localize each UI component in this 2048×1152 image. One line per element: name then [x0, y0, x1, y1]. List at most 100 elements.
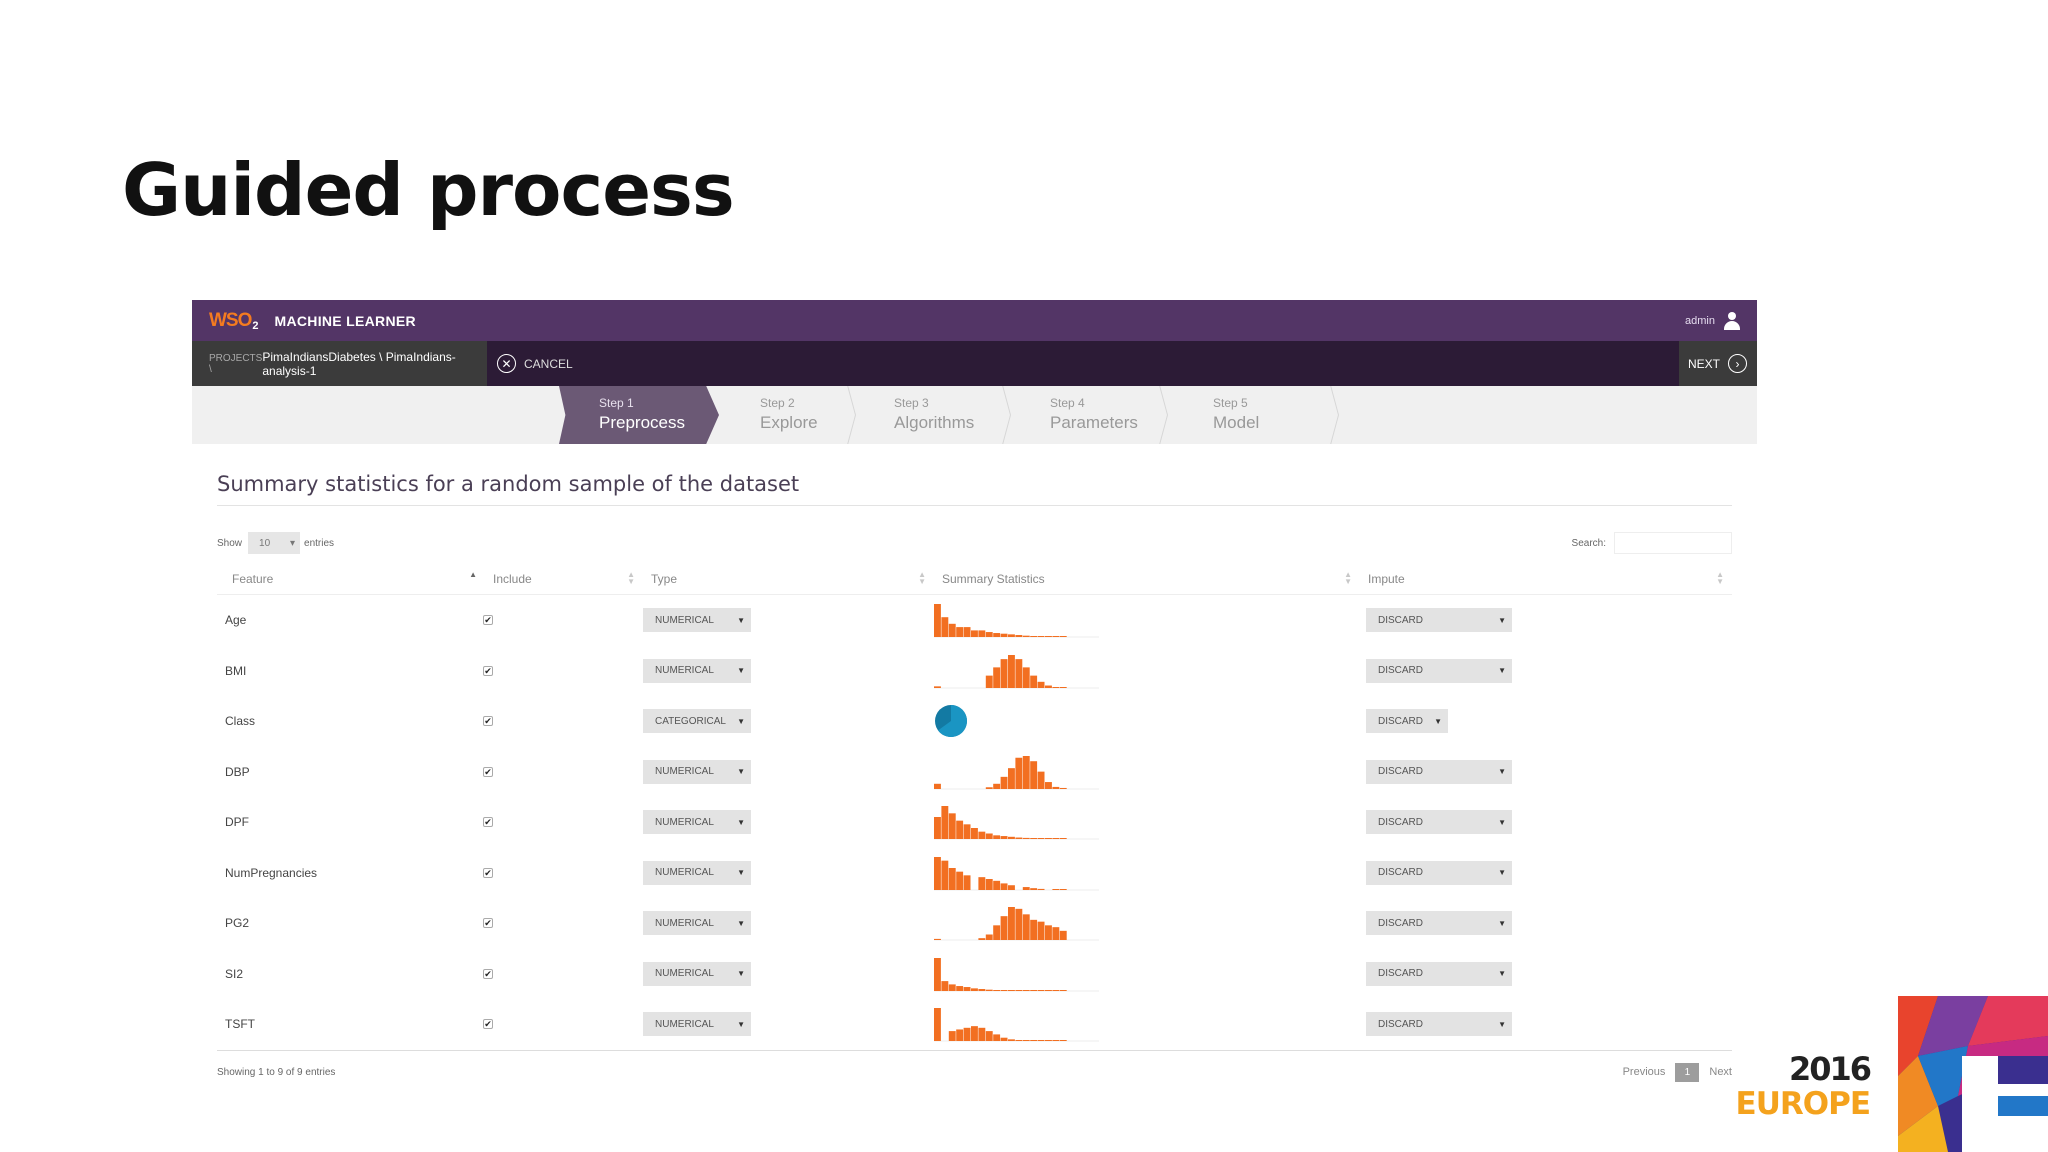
step-name: Algorithms [894, 413, 975, 432]
impute-select[interactable]: DISCARD ▼ [1366, 961, 1512, 986]
impute-select[interactable]: DISCARD ▼ [1366, 709, 1448, 734]
histogram-bar [1052, 636, 1060, 638]
histogram-bar [978, 1028, 986, 1042]
column-header-feature[interactable]: Feature ▲ [217, 562, 485, 595]
histogram-bar [1000, 836, 1008, 840]
column-header-impute[interactable]: Impute ▲ ▼ [1360, 562, 1732, 595]
caret-down-icon: ▼ [737, 868, 745, 878]
step-number: Step 5 [1213, 396, 1248, 410]
brand-region: EUROPE [1735, 1086, 1871, 1122]
histogram-bar [1037, 771, 1045, 789]
impute-select[interactable]: DISCARD ▼ [1366, 860, 1512, 885]
histogram-bar [956, 985, 964, 991]
histogram-bar [956, 627, 964, 638]
histogram-bar [1030, 887, 1038, 890]
cancel-button[interactable]: ✕ CANCEL [497, 354, 573, 373]
type-select[interactable]: NUMERICAL ▼ [643, 759, 751, 784]
histogram-bar [1008, 767, 1015, 789]
histogram-bar [934, 957, 941, 991]
histogram-bar [985, 989, 993, 991]
impute-select[interactable]: DISCARD ▼ [1366, 1012, 1512, 1037]
include-checkbox[interactable]: ✔ [483, 716, 493, 727]
caret-down-icon: ▼ [737, 666, 745, 676]
caret-down-icon: ▼ [737, 716, 745, 726]
entries-per-page-select[interactable]: 10 ▾ [248, 532, 301, 554]
breadcrumb-path[interactable]: PimaIndiansDiabetes \ PimaIndians-analys… [262, 350, 470, 378]
include-checkbox[interactable]: ✔ [483, 766, 493, 777]
search-input[interactable] [1614, 532, 1732, 554]
include-checkbox[interactable]: ✔ [483, 918, 493, 929]
step-parameters[interactable]: Step 4 Parameters [1010, 386, 1170, 444]
caret-down-icon: ▼ [737, 615, 745, 625]
histogram-bar [993, 925, 1001, 941]
histogram-bar [993, 633, 1001, 638]
caret-down-icon: ▼ [1498, 767, 1506, 777]
include-checkbox[interactable]: ✔ [483, 867, 493, 878]
user-menu[interactable]: admin [1685, 311, 1741, 330]
column-header-include[interactable]: Include ▲ ▼ [485, 562, 643, 595]
sort-icon: ▲ ▼ [1344, 570, 1352, 586]
type-select[interactable]: CATEGORICAL ▼ [643, 709, 751, 734]
summary-histogram [934, 604, 1099, 638]
include-checkbox[interactable]: ✔ [483, 1019, 493, 1030]
impute-select[interactable]: DISCARD ▼ [1366, 810, 1512, 835]
include-checkbox[interactable]: ✔ [483, 665, 493, 676]
include-checkbox[interactable]: ✔ [483, 615, 493, 626]
histogram-bar [1015, 658, 1023, 688]
histogram-bar [993, 835, 1001, 840]
caret-down-icon: ▼ [1434, 716, 1442, 726]
histogram-bar [934, 783, 941, 789]
search-label: Search: [1571, 537, 1606, 549]
wso2-logo[interactable]: WSO 2 [209, 310, 259, 332]
type-select[interactable]: NUMERICAL ▼ [643, 1012, 751, 1037]
histogram-bar [1037, 838, 1045, 840]
histogram-bar [971, 1026, 978, 1042]
step-preprocess[interactable]: Step 1 Preprocess [559, 386, 719, 444]
next-button[interactable]: NEXT › [1678, 341, 1757, 386]
histogram-bar [934, 817, 941, 840]
type-select[interactable]: NUMERICAL ▼ [643, 658, 751, 683]
caret-down-icon: ▼ [737, 817, 745, 827]
breadcrumb-projects-link[interactable]: PROJECTS \ [209, 353, 262, 375]
histogram-bar [1008, 907, 1015, 941]
histogram-bar [1045, 636, 1052, 638]
type-select[interactable]: NUMERICAL ▼ [643, 961, 751, 986]
histogram-bar [1059, 787, 1067, 789]
impute-value: DISCARD [1378, 715, 1424, 727]
impute-value: DISCARD [1378, 968, 1424, 980]
impute-select[interactable]: DISCARD ▼ [1366, 911, 1512, 936]
impute-select[interactable]: DISCARD ▼ [1366, 608, 1512, 633]
column-header-summary[interactable]: Summary Statistics ▲ ▼ [934, 562, 1360, 595]
summary-histogram [934, 806, 1099, 840]
histogram-bar [963, 627, 971, 638]
type-value: NUMERICAL [655, 816, 714, 828]
breadcrumb: PROJECTS \ PimaIndiansDiabetes \ PimaInd… [192, 341, 487, 386]
histogram-bar [1022, 1040, 1030, 1042]
step-model[interactable]: Step 5 Model [1173, 386, 1333, 444]
impute-select[interactable]: DISCARD ▼ [1366, 658, 1512, 683]
histogram-bar [941, 860, 949, 890]
previous-page-button[interactable]: Previous [1623, 1066, 1666, 1078]
sort-icon: ▲ ▼ [627, 570, 635, 586]
histogram-bar [963, 824, 971, 840]
step-algorithms[interactable]: Step 3 Algorithms [854, 386, 1014, 444]
page-1-button[interactable]: 1 [1675, 1062, 1700, 1082]
histogram-bar [1045, 925, 1052, 941]
table-row: TSFT ✔ NUMERICAL ▼ DISCARD ▼ [217, 999, 1732, 1051]
pagination: Previous 1 Next [1623, 1062, 1732, 1082]
include-checkbox[interactable]: ✔ [483, 817, 493, 828]
histogram-bar [948, 813, 956, 840]
type-select[interactable]: NUMERICAL ▼ [643, 860, 751, 885]
next-page-button[interactable]: Next [1709, 1066, 1732, 1078]
impute-select[interactable]: DISCARD ▼ [1366, 759, 1512, 784]
type-select[interactable]: NUMERICAL ▼ [643, 608, 751, 633]
include-checkbox[interactable]: ✔ [483, 968, 493, 979]
type-select[interactable]: NUMERICAL ▼ [643, 911, 751, 936]
column-header-type[interactable]: Type ▲ ▼ [643, 562, 934, 595]
app-name: MACHINE LEARNER [274, 312, 416, 329]
histogram-bar [1022, 989, 1030, 991]
type-select[interactable]: NUMERICAL ▼ [643, 810, 751, 835]
summary-histogram [934, 856, 1099, 891]
histogram-bar [1022, 667, 1030, 688]
histogram-bar [956, 820, 964, 840]
